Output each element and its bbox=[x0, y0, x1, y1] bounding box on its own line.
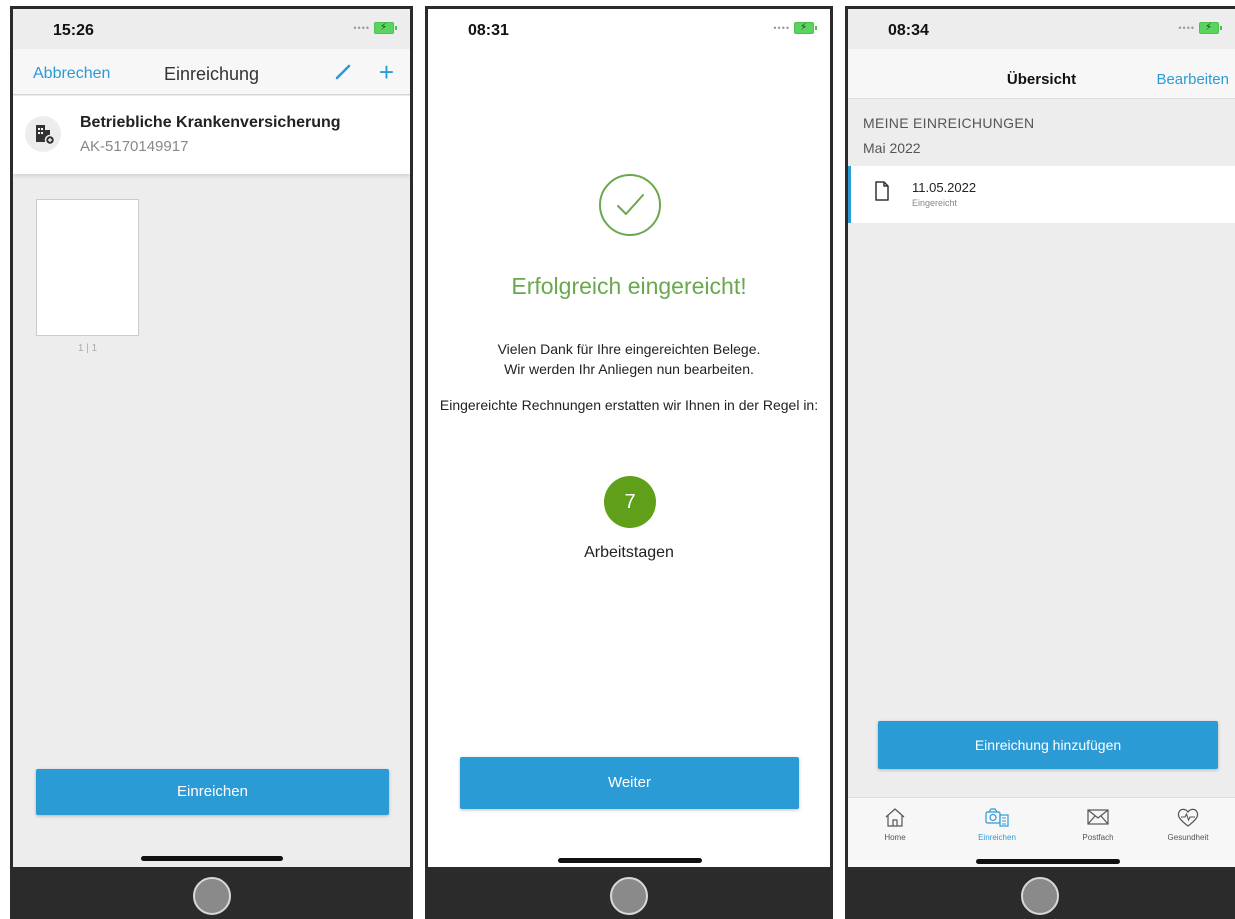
device-bezel bbox=[845, 867, 1235, 919]
home-button[interactable] bbox=[610, 877, 648, 915]
document-icon bbox=[875, 181, 889, 201]
device-bezel bbox=[425, 867, 833, 919]
signal-icon: •••• bbox=[353, 23, 370, 33]
tab-label: Postfach bbox=[1082, 833, 1114, 842]
screen: 08:31 •••• ⚡ Erfolgreich eingereicht! Vi… bbox=[428, 9, 830, 867]
status-bar: 08:34 •••• ⚡ bbox=[848, 9, 1235, 49]
add-icon[interactable]: + bbox=[379, 57, 394, 88]
days-label: Arbeitstagen bbox=[584, 544, 674, 561]
status-time: 08:31 bbox=[468, 22, 509, 39]
status-bar: 08:31 •••• ⚡ bbox=[428, 9, 830, 49]
refund-text: Eingereichte Rechnungen erstatten wir Ih… bbox=[439, 397, 819, 413]
home-indicator bbox=[976, 859, 1120, 864]
pencil-icon[interactable] bbox=[334, 63, 352, 81]
signal-icon: •••• bbox=[1178, 23, 1195, 33]
signal-icon: •••• bbox=[773, 23, 790, 33]
entry-status: Eingereicht bbox=[912, 198, 958, 208]
section-header: MEINE EINREICHUNGEN bbox=[863, 115, 1035, 131]
camera-document-icon bbox=[985, 808, 1009, 827]
phone-success: 08:31 •••• ⚡ Erfolgreich eingereicht! Vi… bbox=[425, 6, 833, 919]
battery-icon: ⚡ bbox=[1199, 22, 1222, 34]
home-icon bbox=[885, 808, 905, 827]
navigation-bar: Abbrechen Einreichung + bbox=[13, 49, 410, 95]
heart-pulse-icon bbox=[1177, 808, 1199, 827]
submit-button[interactable]: Einreichen bbox=[36, 769, 389, 815]
screen: 08:34 •••• ⚡ Übersicht Bearbeiten MEINE … bbox=[848, 9, 1235, 867]
building-icon bbox=[25, 116, 61, 152]
thanks-text: Vielen Dank für Ihre eingereichten Beleg… bbox=[438, 339, 820, 379]
month-label: Mai 2022 bbox=[863, 140, 921, 156]
tab-gesundheit[interactable]: Gesundheit bbox=[1148, 798, 1228, 848]
page-counter: 1 | 1 bbox=[77, 343, 98, 354]
device-bezel bbox=[10, 867, 413, 919]
success-title: Erfolgreich eingereicht! bbox=[511, 273, 747, 299]
checkmark-circle-icon bbox=[599, 174, 661, 236]
status-bar: 15:26 •••• ⚡ bbox=[13, 9, 410, 49]
tab-postfach[interactable]: Postfach bbox=[1058, 798, 1138, 848]
thanks-line-2: Wir werden Ihr Anliegen nun bearbeiten. bbox=[504, 361, 754, 377]
days-badge: 7 bbox=[604, 476, 656, 528]
battery-icon: ⚡ bbox=[374, 22, 397, 34]
phone-einreichung: 15:26 •••• ⚡ Abbrechen Einreichung + Bet… bbox=[10, 6, 413, 919]
screen: 15:26 •••• ⚡ Abbrechen Einreichung + Bet… bbox=[13, 9, 410, 867]
tab-einreichen[interactable]: Einreichen bbox=[957, 798, 1037, 848]
navigation-bar: Übersicht Bearbeiten bbox=[848, 49, 1235, 99]
list-item[interactable]: 11.05.2022 Eingereicht bbox=[848, 166, 1235, 223]
add-submission-button[interactable]: Einreichung hinzufügen bbox=[878, 721, 1218, 769]
envelope-icon bbox=[1087, 809, 1109, 825]
insurer-name: Betriebliche Krankenversicherung bbox=[80, 114, 341, 131]
home-button[interactable] bbox=[192, 877, 231, 915]
home-indicator bbox=[141, 856, 283, 861]
edit-button[interactable]: Bearbeiten bbox=[1156, 71, 1229, 88]
thanks-line-1: Vielen Dank für Ihre eingereichten Beleg… bbox=[497, 341, 761, 357]
tab-home[interactable]: Home bbox=[855, 798, 935, 848]
entry-date: 11.05.2022 bbox=[912, 180, 977, 195]
phone-overview: 08:34 •••• ⚡ Übersicht Bearbeiten MEINE … bbox=[845, 6, 1235, 919]
document-thumbnail[interactable] bbox=[36, 199, 139, 336]
tab-bar: Home Einreichen Postfach Gesundheit bbox=[848, 797, 1235, 867]
status-time: 08:34 bbox=[888, 22, 929, 39]
insurer-code: AK-5170149917 bbox=[80, 138, 189, 155]
continue-button[interactable]: Weiter bbox=[460, 757, 799, 809]
insurer-card: Betriebliche Krankenversicherung AK-5170… bbox=[13, 96, 410, 174]
home-button[interactable] bbox=[1021, 877, 1059, 915]
status-time: 15:26 bbox=[53, 22, 94, 39]
battery-icon: ⚡ bbox=[794, 22, 817, 34]
tab-label: Einreichen bbox=[978, 833, 1016, 842]
tab-label: Home bbox=[884, 833, 906, 842]
home-indicator bbox=[558, 858, 702, 863]
tab-label: Gesundheit bbox=[1167, 833, 1209, 842]
